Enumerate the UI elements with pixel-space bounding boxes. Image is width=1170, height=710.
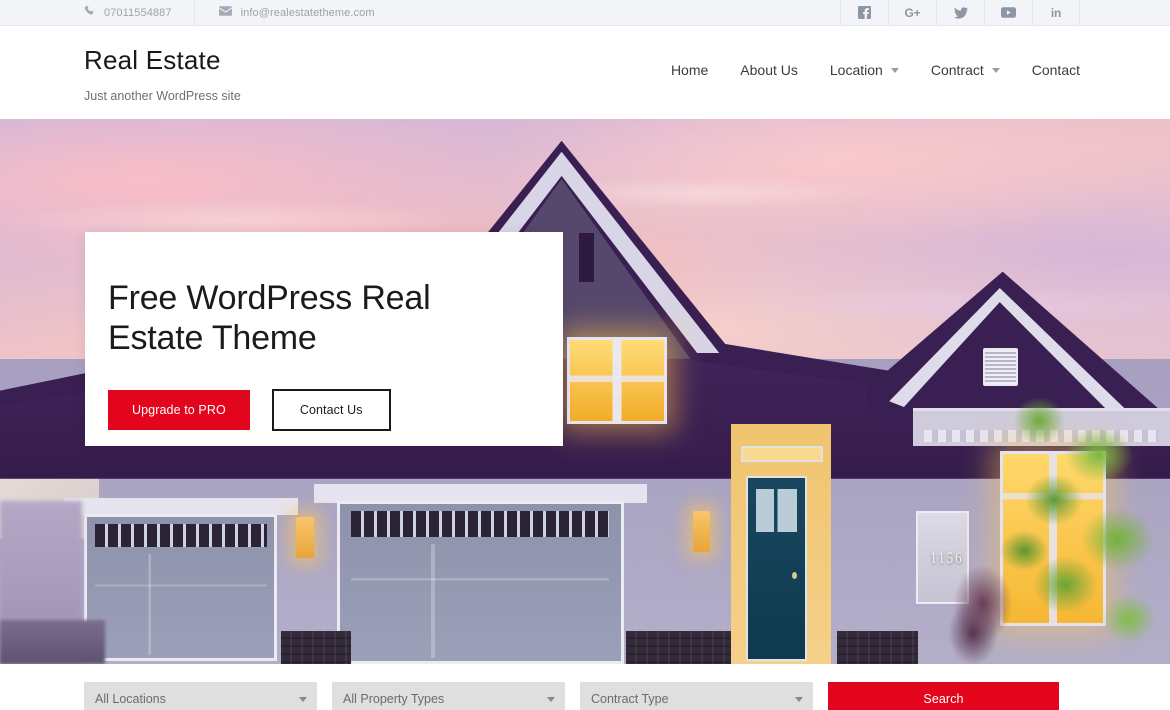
linkedin-icon[interactable]: in <box>1032 0 1080 25</box>
nav-item-location[interactable]: Location <box>814 62 915 78</box>
top-bar-email[interactable]: info@realestatetheme.com <box>193 0 397 25</box>
contract-type-select-value: Contract Type <box>591 691 669 706</box>
contact-us-button[interactable]: Contact Us <box>271 389 391 432</box>
location-select[interactable]: All Locations <box>84 682 317 710</box>
nav-label: Contract <box>930 62 984 78</box>
nav-item-home[interactable]: Home <box>655 62 724 78</box>
nav-label: Location <box>829 62 883 78</box>
garage-window-left <box>94 524 267 547</box>
hero-section: 1156 Free WordPress Real Estate Theme Up… <box>0 119 1170 664</box>
hedge <box>0 620 106 664</box>
facebook-icon[interactable] <box>840 0 888 25</box>
search-button[interactable]: Search <box>828 682 1059 710</box>
top-bar: 07011554887 info@realestatetheme.com G+ … <box>0 0 1170 26</box>
porch-lamp-right <box>692 511 711 553</box>
nav-item-contact[interactable]: Contact <box>1016 62 1080 78</box>
site-title[interactable]: Real Estate <box>84 45 241 76</box>
youtube-icon[interactable] <box>984 0 1032 25</box>
site-tagline: Just another WordPress site <box>84 88 241 103</box>
front-door-glass <box>756 488 798 533</box>
social-links: G+ in <box>840 0 1080 25</box>
nav-label: About Us <box>740 62 798 78</box>
chevron-down-icon <box>890 67 899 73</box>
main-navigation: Home About Us Location Contract Contact <box>655 62 1080 78</box>
chevron-down-icon <box>991 67 1000 73</box>
linkedin-label: in <box>1050 5 1062 20</box>
stone-base-center <box>625 631 732 664</box>
nav-label: Home <box>670 62 709 78</box>
nav-label: Contact <box>1031 62 1080 78</box>
top-bar-email-text: info@realestatetheme.com <box>240 6 375 19</box>
tree <box>982 380 1170 664</box>
door-transom-window <box>740 446 823 463</box>
site-header: Real Estate Just another WordPress site … <box>0 26 1170 119</box>
site-branding: Real Estate Just another WordPress site <box>84 45 241 103</box>
stone-base-left <box>280 631 351 664</box>
phone-icon <box>84 5 95 20</box>
chevron-down-icon <box>299 696 307 702</box>
upper-window-mullions <box>570 340 664 422</box>
garage-panels-center <box>351 544 610 658</box>
chevron-down-icon <box>547 696 555 702</box>
google-plus-label: G+ <box>904 5 921 20</box>
envelope-icon <box>218 6 232 20</box>
chevron-down-icon <box>795 696 803 702</box>
garage-door-left <box>84 514 278 662</box>
chimney <box>579 233 595 283</box>
garage-window-center <box>351 511 610 537</box>
twitter-icon[interactable] <box>936 0 984 25</box>
property-type-select-value: All Property Types <box>343 691 445 706</box>
garage-panels-left <box>94 553 267 656</box>
property-type-select[interactable]: All Property Types <box>332 682 565 710</box>
garage-frame-left <box>64 497 299 516</box>
upgrade-to-pro-button[interactable]: Upgrade to PRO <box>108 390 250 431</box>
nav-item-contract[interactable]: Contract <box>915 62 1016 78</box>
door-knob <box>792 572 798 580</box>
upper-window <box>567 337 667 425</box>
garage-door-center <box>336 500 624 664</box>
nav-item-about-us[interactable]: About Us <box>724 62 814 78</box>
contract-type-select[interactable]: Contract Type <box>580 682 813 710</box>
search-fields-row: All Locations All Property Types Contrac… <box>84 682 1086 710</box>
hero-card: Free WordPress Real Estate Theme Upgrade… <box>85 232 563 446</box>
property-search-bar: All Locations All Property Types Contrac… <box>0 664 1170 710</box>
top-bar-contact-group: 07011554887 info@realestatetheme.com <box>84 0 397 25</box>
google-plus-icon[interactable]: G+ <box>888 0 936 25</box>
porch-lamp-left <box>296 516 314 558</box>
hero-button-group: Upgrade to PRO Contact Us <box>108 389 533 432</box>
hero-title: Free WordPress Real Estate Theme <box>108 279 431 358</box>
top-bar-phone[interactable]: 07011554887 <box>84 0 194 25</box>
location-select-value: All Locations <box>95 691 166 706</box>
front-door <box>746 475 808 662</box>
stone-base-right <box>836 631 919 664</box>
top-bar-phone-text: 07011554887 <box>104 6 172 19</box>
